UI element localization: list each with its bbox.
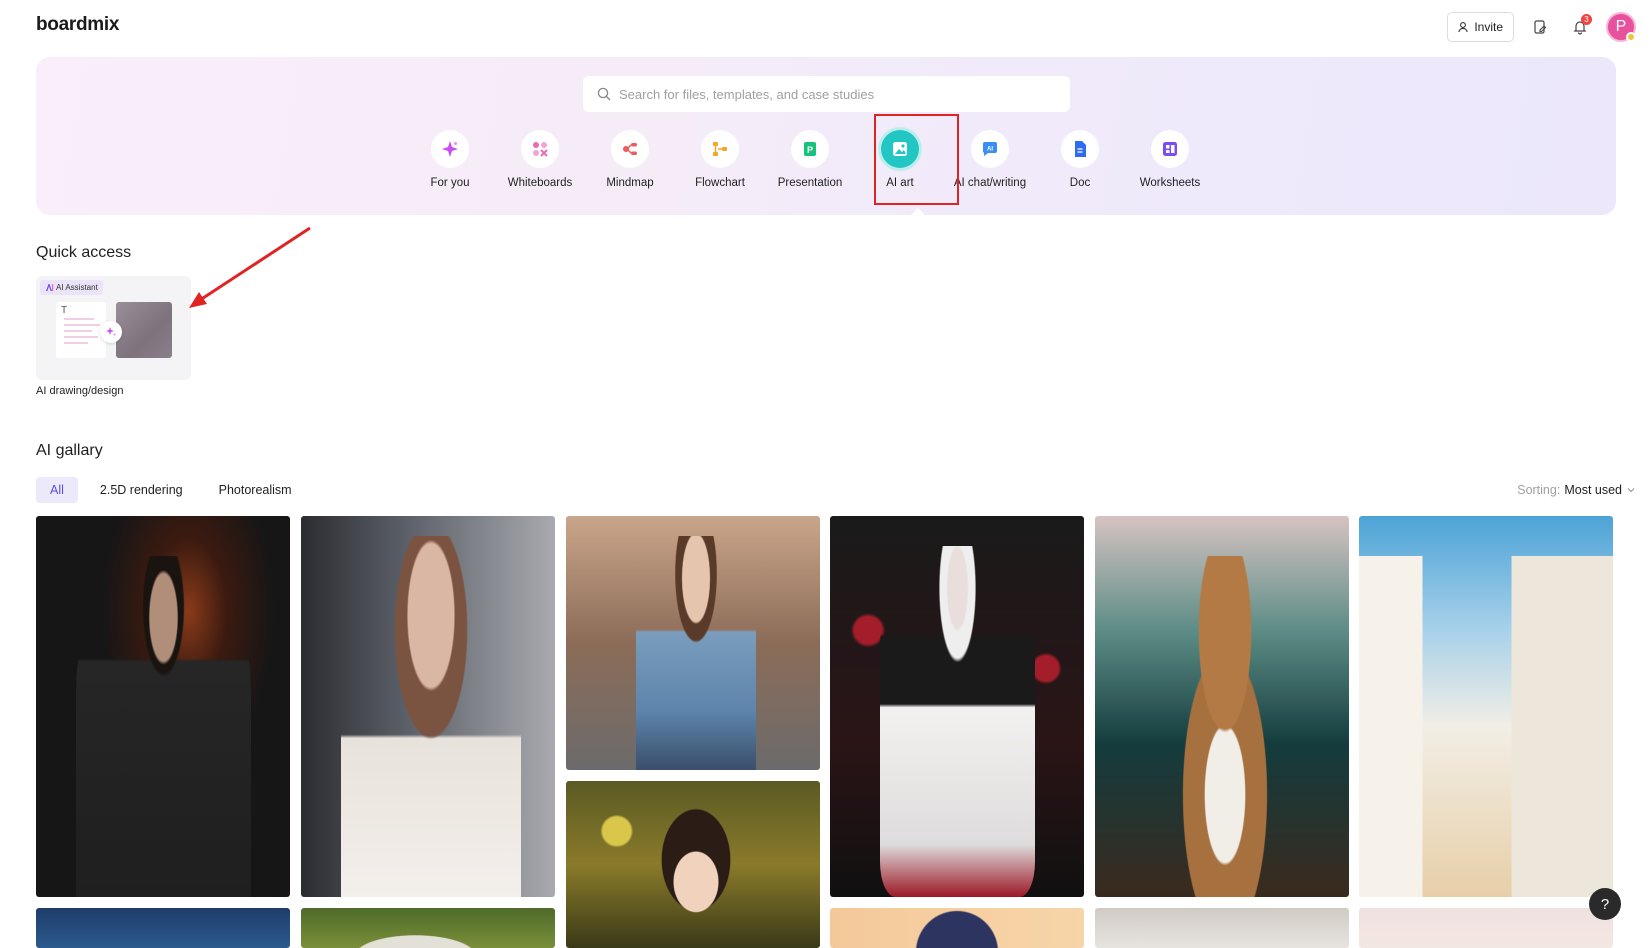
chevron-down-icon (1627, 488, 1635, 493)
user-add-icon (1458, 22, 1468, 33)
category-label: AI chat/writing (953, 177, 1027, 189)
header-actions: Invite 3 P (1447, 12, 1636, 42)
text-tool-icon: T (61, 305, 68, 316)
category-mindmap[interactable]: Mindmap (584, 130, 676, 189)
gallery-image[interactable] (36, 516, 290, 897)
ai-assistant-tag: AI Assistant (40, 280, 103, 295)
active-tab-pointer (911, 208, 925, 215)
category-label: Worksheets (1139, 177, 1201, 189)
category-label: Doc (1069, 177, 1091, 189)
gallery-image[interactable] (1359, 516, 1613, 897)
presentation-icon: P (791, 130, 829, 168)
category-label: Flowchart (695, 177, 745, 189)
search-icon (597, 87, 611, 101)
notification-badge: 3 (1581, 14, 1592, 25)
ai-assistant-icon (46, 284, 54, 291)
filter-2-5d-rendering[interactable]: 2.5D rendering (86, 477, 197, 503)
gallery-image[interactable] (1095, 516, 1349, 897)
notification-bell-icon[interactable]: 3 (1566, 13, 1594, 41)
sparkle-icon (431, 130, 469, 168)
filter-photorealism[interactable]: Photorealism (205, 477, 306, 503)
annotation-arrow (189, 226, 311, 308)
gallery-image[interactable] (566, 516, 820, 770)
worksheet-icon (1151, 130, 1189, 168)
gallery-image[interactable] (1095, 908, 1349, 948)
category-whiteboards[interactable]: Whiteboards (494, 130, 586, 189)
flowchart-icon (701, 130, 739, 168)
avatar[interactable]: P (1606, 12, 1636, 42)
search-input[interactable] (619, 86, 1039, 102)
gallery-image[interactable] (36, 908, 290, 948)
svg-text:AI: AI (987, 147, 993, 153)
search-bar[interactable] (583, 76, 1070, 112)
help-button[interactable]: ? (1589, 888, 1621, 920)
ai-assistant-tag-label: AI Assistant (56, 283, 98, 292)
gallery-image[interactable] (301, 908, 555, 948)
category-label: Mindmap (606, 177, 654, 189)
category-worksheets[interactable]: Worksheets (1124, 130, 1216, 189)
category-flowchart[interactable]: Flowchart (674, 130, 766, 189)
gallery-image[interactable] (830, 516, 1084, 897)
filter-all[interactable]: All (36, 477, 78, 503)
edit-file-icon[interactable] (1526, 13, 1554, 41)
gallery-image[interactable] (566, 781, 820, 948)
image-preview (116, 302, 172, 358)
avatar-status-dot (1626, 32, 1636, 42)
category-for-you[interactable]: For you (404, 130, 496, 189)
avatar-initial: P (1615, 18, 1627, 35)
doc-icon (1061, 130, 1099, 168)
ai-chat-icon: AI (971, 130, 1009, 168)
quick-access-card-label: AI drawing/design (36, 385, 124, 397)
gallery-image[interactable] (830, 908, 1084, 948)
category-doc[interactable]: Doc (1034, 130, 1126, 189)
svg-text:P: P (807, 145, 813, 155)
ai-gallery-title: AI gallary (36, 442, 103, 459)
sparkle-icon (100, 321, 122, 343)
category-presentation[interactable]: P Presentation (764, 130, 856, 189)
boardmix-logo[interactable]: boardmix (36, 14, 119, 36)
whiteboard-icon (521, 130, 559, 168)
doc-preview: T (56, 302, 106, 358)
gallery-image[interactable] (1359, 908, 1613, 948)
mindmap-icon (611, 130, 649, 168)
invite-label: Invite (1474, 20, 1503, 34)
gallery-image[interactable] (301, 516, 555, 897)
category-label: Whiteboards (507, 177, 573, 189)
category-label: For you (430, 177, 470, 189)
quick-access-card-ai-drawing[interactable]: AI Assistant T (36, 276, 191, 380)
sorting-dropdown[interactable]: Sorting: Most used (1517, 483, 1636, 497)
sorting-label: Sorting: (1517, 483, 1561, 497)
gallery-filters: All 2.5D rendering Photorealism (36, 477, 306, 503)
category-label: Presentation (777, 177, 843, 189)
sorting-value: Most used (1564, 483, 1622, 497)
invite-button[interactable]: Invite (1447, 12, 1514, 42)
highlight-box-ai-art (874, 114, 959, 205)
quick-access-title: Quick access (36, 244, 132, 261)
